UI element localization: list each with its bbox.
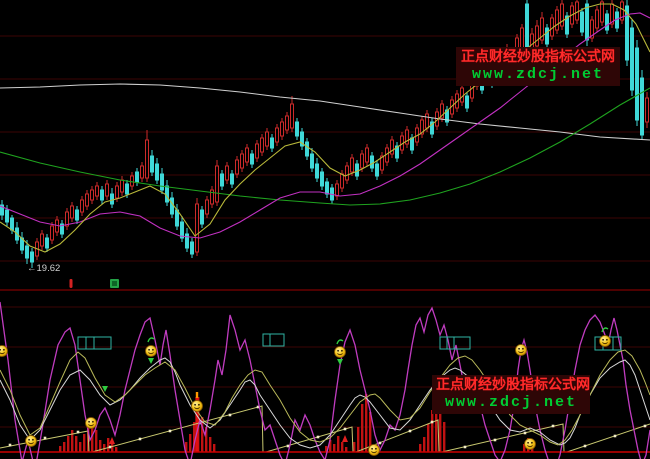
- watermark-site-name: 正点财经妙股指标公式网: [436, 376, 586, 394]
- smiley-face-icon: [146, 346, 157, 357]
- watermark-bottom: 正点财经妙股指标公式网 www.zdcj.net: [432, 375, 590, 414]
- markers-layer: [70, 279, 609, 444]
- watermark-site-name: 正点财经妙股指标公式网: [460, 48, 616, 66]
- stock-chart-screenshot: ←19.62 正点财经妙股指标公式网 www.zdcj.net 正点财经妙股指标…: [0, 0, 650, 459]
- smiley-face-icon: [0, 346, 8, 357]
- watermark-site-url: www.zdcj.net: [460, 66, 616, 85]
- red-signal-icon: [70, 279, 73, 288]
- green-curl-icon: [337, 340, 343, 344]
- smiley-face-icon: [516, 345, 527, 356]
- smiley-face-icon: [86, 418, 97, 429]
- candles-layer: [1, 0, 649, 268]
- smiley-face-icon: [192, 401, 203, 412]
- smiley-face-icon: [600, 336, 611, 347]
- red-up-arrow-icon: [109, 437, 115, 444]
- watermark-site-url: www.zdcj.net: [436, 394, 586, 413]
- signal-boxes-layer: [78, 334, 621, 350]
- low-price-label: ←19.62: [27, 263, 60, 274]
- smiley-face-icon: [26, 436, 37, 447]
- green-curl-icon: [148, 338, 154, 342]
- green-down-arrow-icon: [148, 358, 154, 364]
- green-down-arrow-icon: [337, 359, 343, 365]
- smiley-face-icon: [335, 347, 346, 358]
- smiley-face-icon: [369, 445, 380, 456]
- gridlines-layer: [0, 36, 650, 427]
- annotations-layer: ←19.62: [27, 263, 60, 274]
- ma-lines-layer: [0, 4, 650, 252]
- watermark-top: 正点财经妙股指标公式网 www.zdcj.net: [456, 47, 620, 86]
- red-up-arrow-icon: [342, 435, 348, 442]
- smiley-face-icon: [525, 439, 536, 450]
